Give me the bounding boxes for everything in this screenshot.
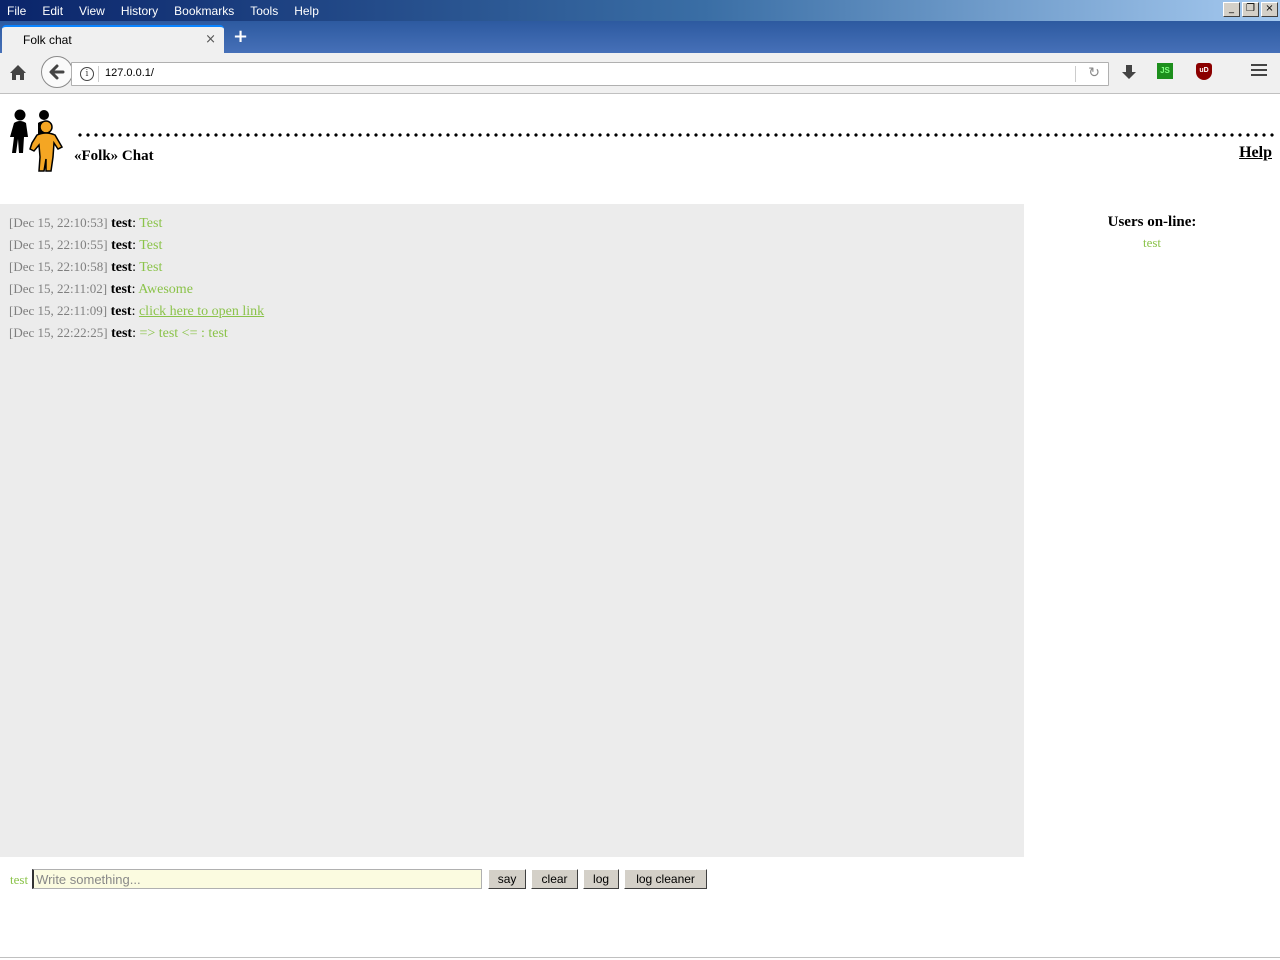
- message-input[interactable]: [32, 869, 483, 889]
- message-time: [Dec 15, 22:11:09]: [9, 303, 108, 318]
- message-user: test: [111, 326, 133, 341]
- menu-bookmarks[interactable]: Bookmarks: [174, 4, 234, 18]
- chat-message: [Dec 15, 22:10:58] test: Test: [9, 259, 163, 275]
- home-icon[interactable]: [8, 63, 28, 83]
- nickname-label: test: [10, 872, 29, 887]
- folk-chat-logo: [10, 109, 64, 172]
- page-title: «Folk» Chat: [74, 148, 154, 164]
- users-online-title: Users on-line:: [1107, 214, 1197, 230]
- message-time: [Dec 15, 22:10:55]: [9, 237, 108, 252]
- users-online-panel: Users on-line: test: [1030, 214, 1274, 251]
- new-tab-button[interactable]: +: [233, 26, 248, 47]
- chat-message: [Dec 15, 22:10:53] test: Test: [9, 215, 163, 231]
- window-titlebar: File Edit View History Bookmarks Tools H…: [0, 0, 1280, 21]
- menu-file[interactable]: File: [7, 4, 26, 18]
- message-user: test: [111, 216, 133, 231]
- window-bottom-border: [0, 957, 1280, 958]
- online-user[interactable]: test: [1030, 235, 1274, 251]
- clear-button[interactable]: clear: [531, 869, 579, 889]
- log-cleaner-button[interactable]: log cleaner: [624, 869, 708, 889]
- message-time: [Dec 15, 22:22:25]: [9, 325, 108, 340]
- close-window-button[interactable]: ×: [1261, 2, 1278, 17]
- menu-help[interactable]: Help: [294, 4, 319, 18]
- chat-message: [Dec 15, 22:10:55] test: Test: [9, 237, 163, 253]
- message-text: Test: [139, 238, 163, 253]
- back-button[interactable]: [41, 56, 73, 88]
- chat-messages-panel[interactable]: [Dec 15, 22:10:53] test: Test [Dec 15, 2…: [0, 204, 1024, 857]
- ublock-icon[interactable]: uD: [1196, 63, 1212, 80]
- restore-button[interactable]: ❐: [1242, 2, 1259, 17]
- header-dotted-line: [76, 133, 1274, 137]
- chat-message: [Dec 15, 22:22:25] test: => test <= : te…: [9, 325, 228, 341]
- message-text: Awesome: [138, 282, 193, 297]
- log-button[interactable]: log: [583, 869, 620, 889]
- back-arrow-icon: [49, 64, 65, 80]
- say-button[interactable]: say: [488, 869, 527, 889]
- download-icon[interactable]: [1120, 63, 1138, 81]
- message-user: test: [110, 282, 132, 297]
- tab-title: Folk chat: [23, 33, 72, 47]
- reload-separator: [1075, 66, 1076, 82]
- message-text: Test: [139, 260, 163, 275]
- reload-icon[interactable]: ↻: [1088, 65, 1100, 81]
- message-link[interactable]: click here to open link: [139, 304, 264, 319]
- message-composer: test say clear log log cleaner: [10, 868, 708, 890]
- message-time: [Dec 15, 22:11:02]: [9, 281, 108, 296]
- url-text[interactable]: 127.0.0.1/: [105, 67, 154, 79]
- tab-folk-chat[interactable]: Folk chat ×: [2, 25, 224, 55]
- hamburger-menu-icon[interactable]: [1251, 64, 1267, 79]
- menu-tools[interactable]: Tools: [250, 4, 278, 18]
- message-time: [Dec 15, 22:10:53]: [9, 215, 108, 230]
- chat-message: [Dec 15, 22:11:09] test: click here to o…: [9, 303, 265, 319]
- url-separator: [98, 66, 99, 82]
- message-text: Test: [139, 216, 163, 231]
- message-time: [Dec 15, 22:10:58]: [9, 259, 108, 274]
- menu-view[interactable]: View: [79, 4, 105, 18]
- url-bar[interactable]: i 127.0.0.1/ ↻: [71, 62, 1109, 86]
- navigation-toolbar: i 127.0.0.1/ ↻ JS uD: [0, 53, 1280, 94]
- message-user: test: [111, 238, 133, 253]
- help-link[interactable]: Help: [1239, 144, 1272, 162]
- javascript-toggle-icon[interactable]: JS: [1157, 63, 1173, 79]
- window-controls: _ ❐ ×: [1223, 2, 1278, 17]
- message-user: test: [111, 260, 133, 275]
- message-text: => test <= : test: [139, 326, 228, 341]
- menu-bar: File Edit View History Bookmarks Tools H…: [0, 0, 328, 21]
- menu-edit[interactable]: Edit: [42, 4, 63, 18]
- minimize-button[interactable]: _: [1223, 2, 1240, 17]
- menu-history[interactable]: History: [121, 4, 158, 18]
- tab-strip: Folk chat × +: [0, 21, 1280, 55]
- message-list: [Dec 15, 22:10:53] test: Test [Dec 15, 2…: [9, 215, 264, 347]
- chat-message: [Dec 15, 22:11:02] test: Awesome: [9, 281, 193, 297]
- site-info-icon[interactable]: i: [80, 67, 94, 81]
- message-user: test: [110, 304, 132, 319]
- tab-close-icon[interactable]: ×: [205, 32, 216, 47]
